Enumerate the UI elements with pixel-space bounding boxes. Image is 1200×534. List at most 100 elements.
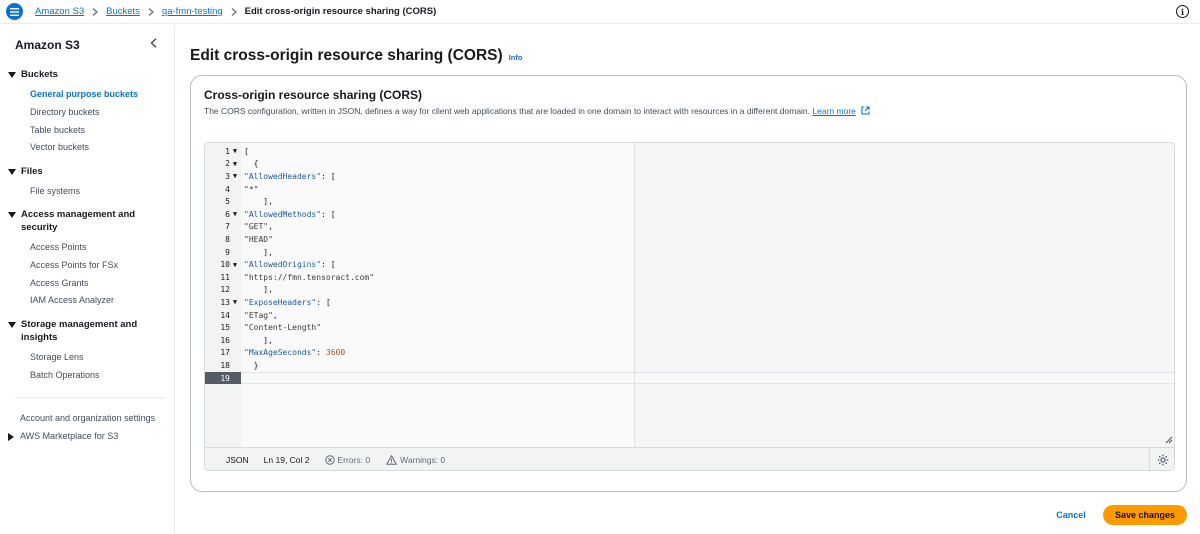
line-number: 2 ▼ [225,159,239,169]
sidebar-item-vector-buckets[interactable]: Vector buckets [30,142,89,152]
panel-description: The CORS configuration, written in JSON,… [204,106,870,117]
code-line[interactable]: } [244,359,259,372]
code-line[interactable]: "GET", [244,221,273,234]
breadcrumb-amazon-s3[interactable]: Amazon S3 [35,6,84,17]
sidebar-section-label: Buckets [21,69,58,80]
sidebar-section-label: Storage management and insights [21,319,138,343]
editor-divider [634,143,635,447]
code-line[interactable]: "AllowedHeaders": [ [244,170,336,183]
sidebar-item-file-systems[interactable]: File systems [30,186,80,196]
sidebar-item-access-points[interactable]: Access Points [30,242,87,252]
panel-title: Cross-origin resource sharing (CORS) [204,88,423,102]
sidebar-item-batch-operations[interactable]: Batch Operations [30,370,100,380]
page-title: Edit cross-origin resource sharing (CORS… [190,47,522,65]
line-number: 3 ▼ [225,171,239,181]
line-number: 5 [225,197,230,207]
sidebar-section-label: Access management and security [21,209,136,233]
learn-more-link[interactable]: Learn more [812,106,855,116]
info-icon[interactable]: i [1176,5,1189,18]
line-number: 8 [225,234,230,244]
breadcrumb-bucket-name[interactable]: qa-fmn-testing [162,6,223,17]
line-number: 13 ▼ [220,297,239,307]
sidebar-item-general-purpose-buckets[interactable]: General purpose buckets [30,89,138,99]
code-line[interactable]: ], [244,334,273,347]
chevron-right-icon [231,7,237,16]
line-number: 6 ▼ [225,209,239,219]
code-line[interactable]: "HEAD" [244,233,273,246]
chevron-left-icon[interactable] [150,37,157,51]
sidebar-section-access-management[interactable]: Access management and security [8,208,148,234]
fold-toggle-icon[interactable]: ▼ [231,298,239,306]
chevron-right-icon [148,7,154,16]
breadcrumb-current: Edit cross-origin resource sharing (CORS… [244,6,437,17]
sidebar-section-storage-management[interactable]: Storage management and insights [8,318,150,344]
status-cursor-position: Ln 19, Col 2 [263,455,310,465]
code-line[interactable]: ], [244,246,273,259]
warning-icon [386,455,398,465]
sidebar-item-access-points-fsx[interactable]: Access Points for FSx [30,260,118,270]
sidebar-item-access-grants[interactable]: Access Grants [30,278,89,288]
editor-status-bar: JSON Ln 19, Col 2 Errors: 0 Warnings: 0 [205,447,1174,470]
code-line[interactable]: "ExposeHeaders": [ [244,296,331,309]
status-warnings-text: Warnings: 0 [400,455,446,465]
save-changes-button[interactable]: Save changes [1103,505,1187,525]
code-line[interactable]: "https://fmn.tensoract.com" [244,271,374,284]
code-line[interactable]: [ [244,145,249,158]
status-warnings[interactable]: Warnings: 0 [386,455,445,465]
breadcrumb-buckets[interactable]: Buckets [106,6,140,17]
sidebar-divider [15,397,165,398]
line-number: 10 ▼ [220,260,239,270]
json-code-editor[interactable]: 1 ▼ 2 ▼ 3 ▼ 4 5 6 ▼ 7 8 9 10 ▼ 11 12 13 ▼ 14 15 16 17 18 19 [ { … [204,142,1175,471]
caret-right-icon [8,433,14,441]
chevron-right-icon [92,7,99,16]
code-line[interactable]: ], [244,195,273,208]
caret-down-icon [8,322,16,328]
fold-toggle-icon[interactable]: ▼ [231,160,239,168]
sidebar-section-label: Files [21,166,43,177]
external-link-icon [861,106,870,117]
sidebar-item-table-buckets[interactable]: Table buckets [30,125,85,135]
sidebar-item-iam-access-analyzer[interactable]: IAM Access Analyzer [30,295,114,305]
fold-toggle-icon[interactable]: ▼ [231,147,239,155]
info-link[interactable]: Info [509,53,523,62]
caret-down-icon [8,72,16,78]
line-number: 11 [220,272,230,282]
fold-toggle-icon[interactable]: ▼ [231,210,239,218]
sidebar-section-files[interactable]: Files [8,165,43,178]
cors-panel: Cross-origin resource sharing (CORS) The… [190,75,1187,492]
code-line[interactable]: "AllowedMethods": [ [244,208,336,221]
sidebar-item-directory-buckets[interactable]: Directory buckets [30,107,100,117]
sidebar: Amazon S3 Buckets General purpose bucket… [0,25,175,534]
line-number: 4 [225,184,230,194]
sidebar-item-account-settings[interactable]: Account and organization settings [20,413,155,423]
menu-icon[interactable] [6,3,23,20]
code-line[interactable]: ], [244,284,273,297]
fold-toggle-icon[interactable]: ▼ [231,172,239,180]
cancel-button[interactable]: Cancel [1050,506,1092,524]
sidebar-section-buckets[interactable]: Buckets [8,68,58,81]
sidebar-section-marketplace[interactable]: AWS Marketplace for S3 [8,430,118,443]
resize-handle-icon[interactable] [1165,436,1173,446]
sidebar-item-storage-lens[interactable]: Storage Lens [30,352,84,362]
active-line-highlight [241,371,1174,385]
line-number: 9 [225,247,230,257]
editor-code-area[interactable]: [ { "AllowedHeaders": [ "*" ], "AllowedM… [241,143,634,447]
status-errors[interactable]: Errors: 0 [324,455,370,465]
fold-toggle-icon[interactable]: ▼ [231,261,239,269]
line-number: 14 [220,310,230,320]
line-number: 16 [220,335,230,345]
code-line[interactable]: "Content-Length" [244,321,321,334]
gear-icon[interactable] [1149,448,1174,470]
page-title-text: Edit cross-origin resource sharing (CORS… [190,47,503,64]
code-line[interactable]: "ETag", [244,309,278,322]
code-line[interactable]: { [244,158,259,171]
panel-description-text: The CORS configuration, written in JSON,… [204,106,811,116]
editor-gutter: 1 ▼ 2 ▼ 3 ▼ 4 5 6 ▼ 7 8 9 10 ▼ 11 12 13 ▼ 14 15 16 17 18 19 [205,143,241,447]
line-number: 17 [220,348,230,358]
error-icon [324,455,335,465]
code-line[interactable]: "AllowedOrigins": [ [244,258,336,271]
code-line[interactable]: "MaxAgeSeconds": 3600 [244,347,345,360]
line-number: 7 [225,222,230,232]
status-language: JSON [226,455,249,465]
code-line[interactable]: "*" [244,183,258,196]
